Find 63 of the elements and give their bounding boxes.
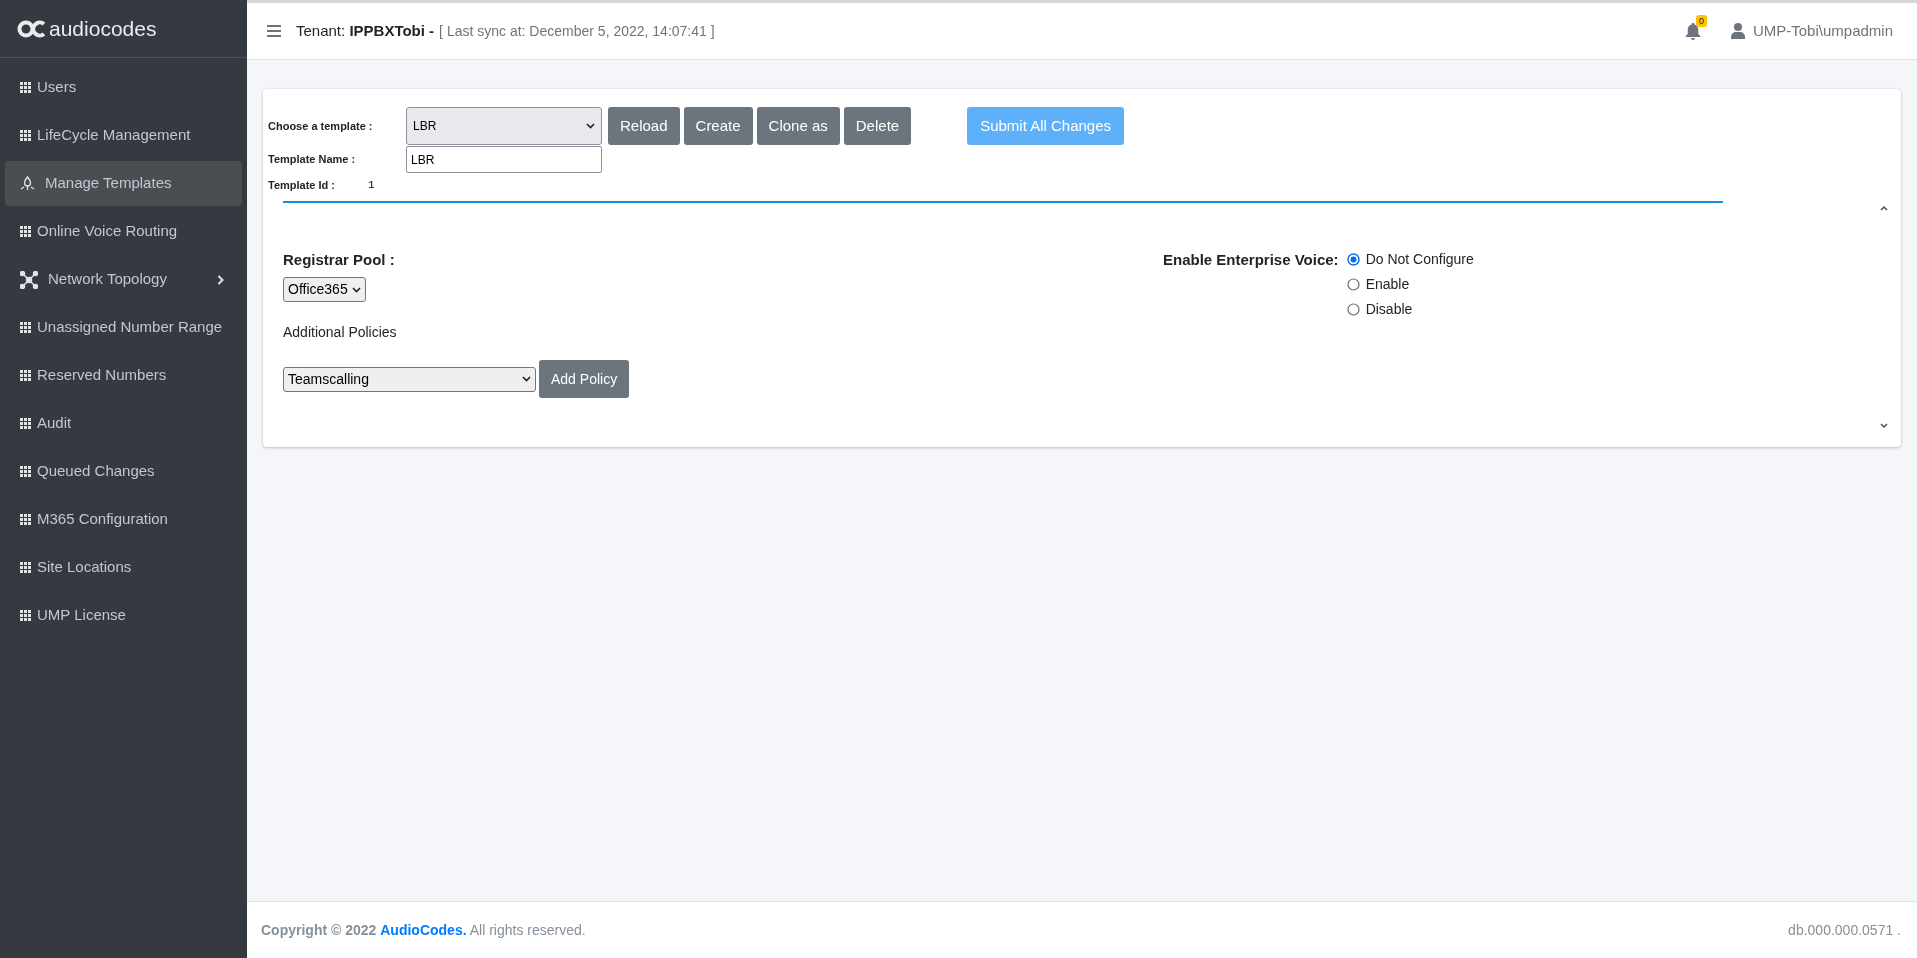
registrar-pool-dropdown[interactable]: Office365 — [283, 277, 366, 302]
field-label: Registrar Pool : — [283, 249, 396, 270]
tenant-name: Tenant: IPPBXTobi - — [296, 20, 435, 41]
grid-icon — [20, 370, 31, 381]
sidebar-item[interactable]: LifeCycle Management — [5, 113, 242, 158]
template-dropdown[interactable]: LBR — [406, 107, 602, 145]
grid-icon — [20, 82, 31, 93]
logo-icon — [17, 19, 47, 38]
sidebar-item[interactable]: M365 Configuration — [5, 497, 242, 542]
grid-icon — [20, 514, 31, 525]
sidebar-item[interactable]: Manage Templates — [5, 161, 242, 206]
add-policy-button[interactable]: Add Policy — [539, 360, 630, 398]
radio-button[interactable] — [1346, 252, 1360, 266]
sidebar-item[interactable]: Online Voice Routing — [5, 209, 242, 254]
copyright-text: Copyright © 2022 AudioCodes. All rights reserved. — [261, 920, 586, 940]
voice-option[interactable]: Enable — [1346, 273, 1481, 295]
grid-icon — [20, 322, 31, 333]
field-label: Additional Policies — [283, 323, 398, 342]
version-text: db.000.000.0571 . — [1788, 920, 1901, 940]
bell-icon[interactable] — [1684, 22, 1701, 40]
template-name-input[interactable]: LBR — [406, 146, 602, 173]
last-sync-text: [ Last sync at: December 5, 2022, 14:07:41 ] — [439, 21, 715, 41]
scroll-up-icon[interactable] — [1880, 204, 1888, 211]
notification-count: 0 — [1695, 14, 1707, 27]
grid-icon — [20, 610, 31, 621]
menu-icon[interactable] — [267, 25, 281, 37]
audiocodes-link[interactable]: AudioCodes. — [380, 921, 467, 938]
caret-icon — [351, 286, 361, 293]
sidebar-item[interactable]: UMP License — [5, 593, 242, 638]
sidebar-item[interactable]: Audit — [5, 401, 242, 446]
field-label: Enable Enterprise Voice: — [1163, 249, 1339, 270]
sidebar-item[interactable]: Reserved Numbers — [5, 353, 242, 398]
toolbar-button[interactable]: Delete — [843, 107, 912, 145]
caret-icon — [586, 123, 595, 129]
grid-icon — [20, 562, 31, 573]
network-icon — [20, 270, 38, 289]
field-label: Template Id : — [268, 177, 336, 193]
grid-icon — [20, 466, 31, 477]
field-label: Choose a template : — [268, 118, 374, 134]
grid-icon — [20, 226, 31, 237]
grid-icon — [20, 130, 31, 141]
sidebar-item[interactable]: Unassigned Number Range — [5, 305, 242, 350]
voice-option[interactable]: Disable — [1346, 298, 1481, 320]
grid-icon — [20, 418, 31, 429]
voice-option[interactable]: Do Not Configure — [1346, 248, 1481, 270]
toolbar-button[interactable]: Create — [683, 107, 753, 145]
field-label: Template Name : — [268, 151, 357, 167]
scroll-down-icon[interactable] — [1880, 423, 1888, 429]
toolbar-button[interactable]: Clone as — [756, 107, 840, 145]
template-id-value: 1 — [368, 178, 375, 193]
sidebar-item[interactable]: Users — [5, 65, 242, 110]
radio-button[interactable] — [1346, 277, 1360, 291]
sidebar-item[interactable]: Queued Changes — [5, 449, 242, 494]
caret-icon — [522, 376, 531, 382]
user-icon — [1730, 23, 1745, 39]
logo-text: audiocodes — [49, 18, 157, 39]
policy-dropdown[interactable]: Teamscalling — [283, 366, 536, 392]
radio-button[interactable] — [1346, 302, 1360, 316]
sidebar-item[interactable]: Site Locations — [5, 545, 242, 590]
flame-icon — [20, 176, 35, 191]
user-name[interactable]: UMP-Tobi\umpadmin — [1752, 19, 1893, 43]
sidebar-item[interactable]: Network Topology — [5, 257, 242, 302]
toolbar-button[interactable]: Reload — [608, 107, 680, 145]
